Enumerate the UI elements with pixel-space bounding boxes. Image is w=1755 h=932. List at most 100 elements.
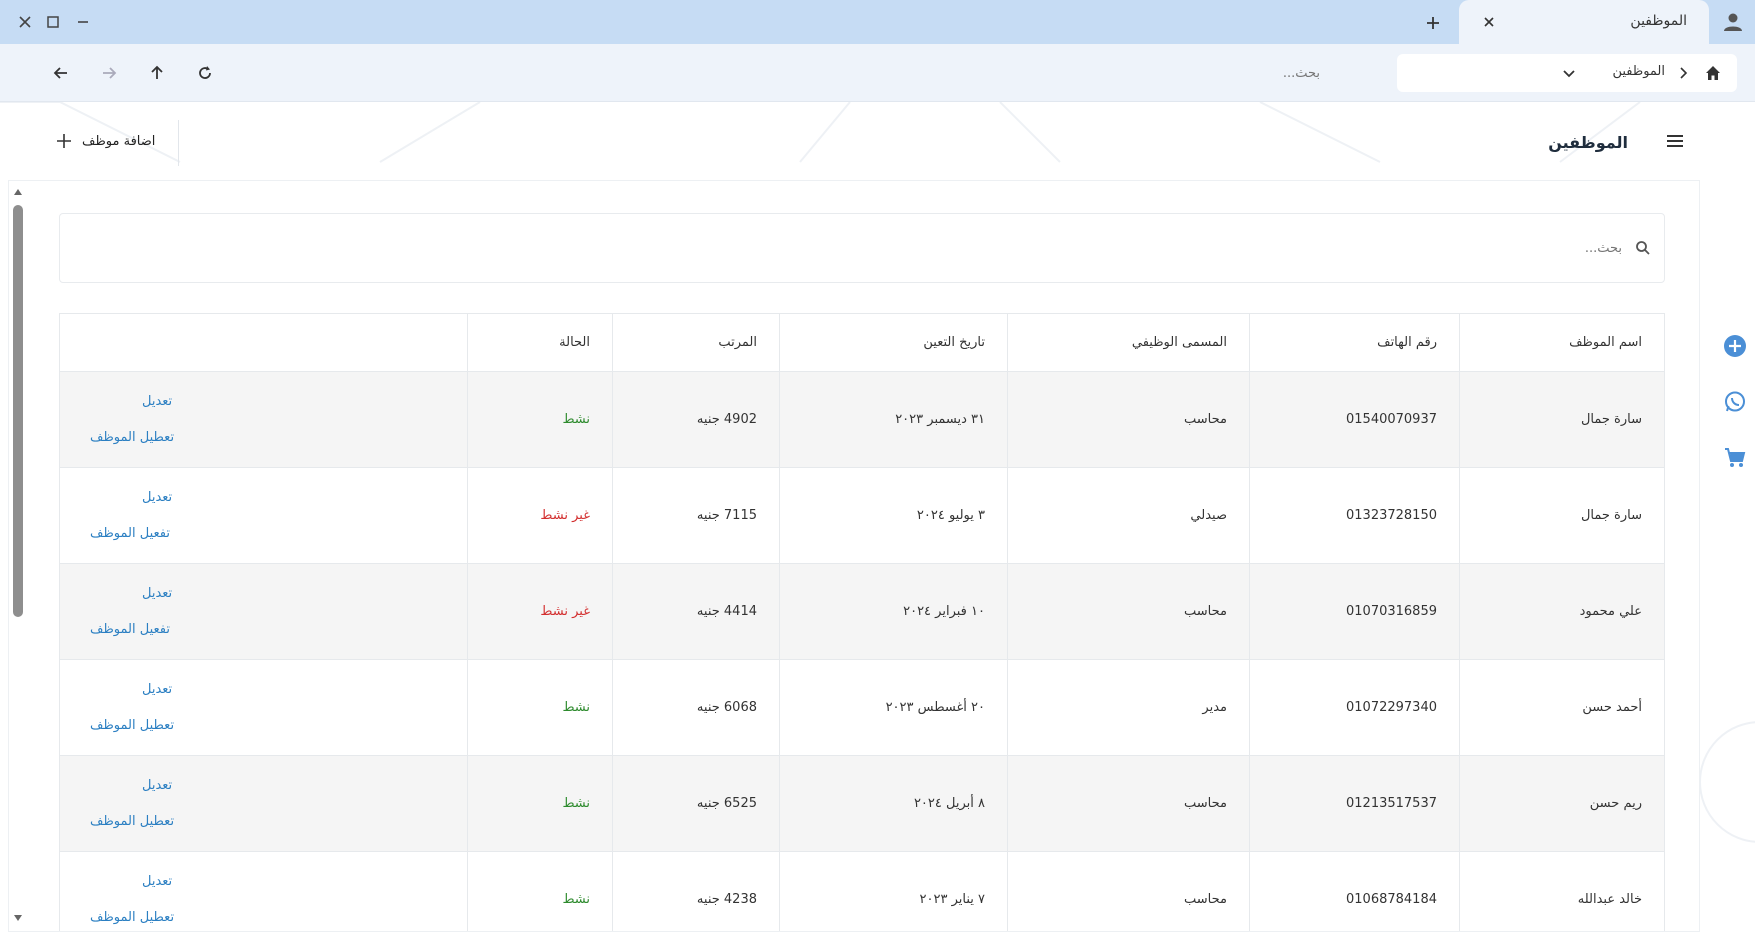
col-header-date[interactable]: تاريخ التعين [779,313,1008,372]
cell-salary: 6068 جنيه [612,659,780,756]
toggle-employee-link[interactable]: تفعيل الموظف [90,516,445,552]
tab-strip: الموظفين [0,0,1755,44]
add-employee-button[interactable]: اضافة موظف [48,124,163,158]
cell-actions: تعديل تعطيل الموظف [59,755,468,852]
main-area: الموظفين اضافة موظف اسم الموظف رقم الهات… [0,102,1755,932]
header-divider [178,120,179,166]
cell-date: ٣ يوليو ٢٠٢٤ [779,467,1008,564]
cell-name: أحمد حسن [1459,659,1665,756]
content-card: اسم الموظف رقم الهاتف المسمى الوظيفي تار… [8,180,1700,932]
new-tab-button[interactable] [1420,10,1446,36]
scrollbar-thumb[interactable] [13,205,23,617]
breadcrumb-label[interactable]: الموظفين [1612,64,1665,79]
maximize-window-icon[interactable] [40,9,66,35]
cell-phone: 01323728150 [1249,467,1460,564]
cell-date: ٣١ ديسمبر ٢٠٢٣ [779,371,1008,468]
status-badge: غير نشط [467,563,613,660]
status-badge: نشط [467,659,613,756]
edit-link[interactable]: تعديل [90,768,445,804]
toggle-employee-link[interactable]: تعطيل الموظف [90,900,445,932]
add-employee-label: اضافة موظف [82,133,156,149]
cell-job: مدير [1007,659,1250,756]
status-badge: نشط [467,755,613,852]
cell-job: صيدلي [1007,467,1250,564]
table-search-input[interactable] [122,232,1622,264]
table-row: علي محمود 01070316859 محاسب ١٠ فبراير ٢٠… [59,563,1665,660]
cell-name: علي محمود [1459,563,1665,660]
chevron-right-icon [1675,65,1691,81]
breadcrumb[interactable]: الموظفين [1397,54,1737,92]
cell-date: ٨ أبريل ٢٠٢٤ [779,755,1008,852]
cell-actions: تعديل تعطيل الموظف [59,851,468,932]
cell-job: محاسب [1007,563,1250,660]
cell-salary: 4414 جنيه [612,563,780,660]
table-row: سارة جمال 01323728150 صيدلي ٣ يوليو ٢٠٢٤… [59,467,1665,564]
plus-icon [57,134,71,148]
toggle-employee-link[interactable]: تفعيل الموظف [90,612,445,648]
cell-name: سارة جمال [1459,467,1665,564]
cell-date: ١٠ فبراير ٢٠٢٤ [779,563,1008,660]
tab-employees[interactable]: الموظفين [1459,0,1709,44]
toggle-employee-link[interactable]: تعطيل الموظف [90,420,445,456]
col-header-phone[interactable]: رقم الهاتف [1249,313,1460,372]
cell-date: ٧ يناير ٢٠٢٣ [779,851,1008,931]
edit-link[interactable]: تعديل [90,576,445,612]
add-circle-icon[interactable] [1721,332,1749,360]
whatsapp-icon[interactable] [1721,388,1749,416]
cell-phone: 01072297340 [1249,659,1460,756]
toggle-employee-link[interactable]: تعطيل الموظف [90,708,445,744]
page-header: الموظفين اضافة موظف [0,102,1700,180]
status-badge: نشط [467,851,613,931]
col-header-job[interactable]: المسمى الوظيفي [1007,313,1250,372]
cell-name: سارة جمال [1459,371,1665,468]
up-arrow-icon[interactable] [144,60,170,86]
cell-job: محاسب [1007,851,1250,931]
edit-link[interactable]: تعديل [90,672,445,708]
col-header-salary[interactable]: المرتب [612,313,780,372]
cell-name: خالد عبدالله [1459,851,1665,931]
table-row: أحمد حسن 01072297340 مدير ٢٠ أغسطس ٢٠٢٣ … [59,659,1665,756]
employees-table: اسم الموظف رقم الهاتف المسمى الوظيفي تار… [59,313,1665,932]
toggle-employee-link[interactable]: تعطيل الموظف [90,804,445,840]
cell-salary: 4238 جنيه [612,851,780,931]
cart-icon[interactable] [1721,444,1749,472]
search-icon [1636,241,1650,255]
scroll-down-arrow-icon[interactable] [13,913,23,923]
col-header-status[interactable]: الحالة [467,313,613,372]
cell-salary: 6525 جنيه [612,755,780,852]
page-title: الموظفين [1548,133,1628,152]
cell-salary: 4902 جنيه [612,371,780,468]
minimize-window-icon[interactable] [70,9,96,35]
table-search-box [59,213,1665,283]
cell-phone: 01540070937 [1249,371,1460,468]
hamburger-menu-icon[interactable] [1664,130,1686,152]
chevron-down-icon[interactable] [1561,65,1577,81]
cell-job: محاسب [1007,371,1250,468]
cell-job: محاسب [1007,755,1250,852]
col-header-name[interactable]: اسم الموظف [1459,313,1665,372]
cell-phone: 01068784184 [1249,851,1460,931]
cell-actions: تعديل تعطيل الموظف [59,659,468,756]
close-window-icon[interactable] [12,9,38,35]
cell-salary: 7115 جنيه [612,467,780,564]
status-badge: نشط [467,371,613,468]
cell-date: ٢٠ أغسطس ٢٠٢٣ [779,659,1008,756]
cell-actions: تعديل تفعيل الموظف [59,467,468,564]
edit-link[interactable]: تعديل [90,384,445,420]
vertical-scrollbar[interactable] [11,185,25,925]
scroll-up-arrow-icon[interactable] [13,187,23,197]
floating-action-rail [1711,332,1755,482]
back-arrow-icon[interactable] [48,60,74,86]
tab-close-icon[interactable] [1479,12,1499,32]
status-badge: غير نشط [467,467,613,564]
edit-link[interactable]: تعديل [90,480,445,516]
table-header-row: اسم الموظف رقم الهاتف المسمى الوظيفي تار… [59,313,1665,372]
refresh-icon[interactable] [192,60,218,86]
user-avatar-icon[interactable] [1721,10,1745,34]
cell-phone: 01070316859 [1249,563,1460,660]
cell-name: ريم حسن [1459,755,1665,852]
nav-search-input[interactable] [270,58,1320,88]
edit-link[interactable]: تعديل [90,864,445,900]
forward-arrow-icon[interactable] [96,60,122,86]
home-icon[interactable] [1703,63,1723,83]
